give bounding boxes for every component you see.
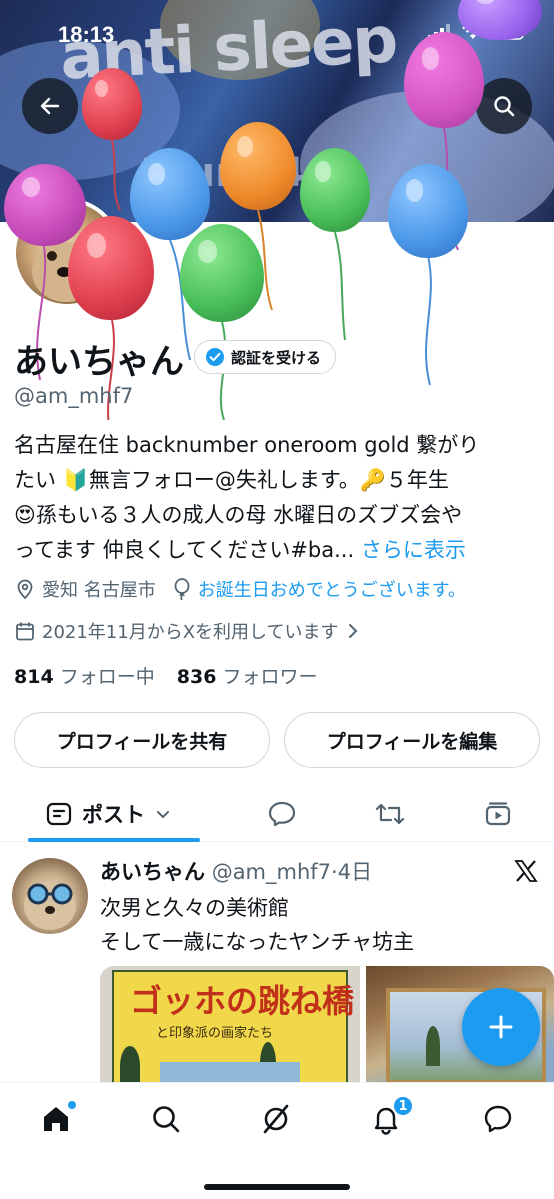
balloon-pink: [4, 164, 86, 246]
following-label: フォロー中: [59, 666, 155, 688]
bio-line-last: ってます 仲良くしてください#ba... さらに表示: [14, 533, 544, 568]
balloon-orange: [220, 122, 296, 210]
post-avatar[interactable]: [12, 858, 88, 934]
show-more-link[interactable]: さらに表示: [361, 538, 466, 562]
birthday-link[interactable]: お誕生日おめでとうございます。: [198, 576, 466, 602]
home-dot: [68, 1101, 76, 1109]
followers-label: フォロワー: [222, 666, 318, 688]
bio-line: 名古屋在住 backnumber oneroom gold 繋がり: [14, 433, 480, 457]
nav-messages[interactable]: [478, 1099, 518, 1139]
balloon-blue: [130, 148, 210, 240]
tab-replies[interactable]: [264, 796, 300, 832]
compose-button[interactable]: [462, 988, 540, 1066]
chevron-right-icon: [348, 624, 357, 638]
post-text-line: 次男と久々の美術館: [100, 896, 289, 920]
post-image-poster[interactable]: ゴッホの跳ね橋 と印象派の画家たち: [100, 966, 360, 1084]
get-verified-button[interactable]: 認証を受ける: [194, 340, 337, 374]
calendar-icon: [16, 622, 34, 641]
media-icon: [485, 802, 511, 826]
bio-text: ってます 仲良くしてください#ba...: [14, 538, 355, 562]
plus-icon: [489, 1015, 513, 1039]
bio-line: たい 🔰無言フォロー@失礼します。🔑５年生: [14, 468, 449, 492]
profile-meta-row: 愛知 名古屋市 お誕生日おめでとうございます。: [14, 576, 466, 602]
notification-badge: 1: [392, 1095, 414, 1117]
reply-icon: [268, 801, 296, 827]
nav-explore[interactable]: [146, 1099, 186, 1139]
posts-tab-icon: [46, 802, 72, 826]
nav-notifications[interactable]: 1: [366, 1095, 414, 1139]
balloon-green-2: [300, 148, 370, 232]
home-icon: [44, 1107, 68, 1131]
profile-bio: 名古屋在住 backnumber oneroom gold 繋がり たい 🔰無言…: [14, 428, 544, 568]
share-profile-button[interactable]: プロフィールを共有: [14, 712, 270, 768]
post-meta: @am_mhf7·4日: [211, 860, 373, 884]
followers-count: 836: [176, 666, 217, 688]
post-header: あいちゃん @am_mhf7·4日: [100, 856, 372, 886]
tab-media[interactable]: [480, 796, 516, 832]
bottom-navigation: 1: [0, 1082, 554, 1199]
post-text-line: そして一歳になったヤンチャ坊主: [100, 930, 415, 954]
x-logo-icon: [514, 860, 538, 882]
bio-line: 😍孫もいる３人の成人の母 水曜日のズブズ会や: [14, 503, 463, 527]
nav-home[interactable]: [36, 1099, 76, 1139]
location-pin-icon: [17, 579, 33, 600]
tab-reposts[interactable]: [372, 796, 408, 832]
profile-screen: { "status_bar": {"time": "18:13"}, "bann…: [0, 0, 554, 1199]
post-author-name[interactable]: あいちゃん: [100, 860, 205, 884]
follow-counts: 814 フォロー中 836 フォロワー: [14, 662, 318, 689]
location-text: 愛知 名古屋市: [42, 580, 156, 601]
active-tab-indicator: [28, 838, 200, 842]
joined-row[interactable]: 2021年11月からXを利用しています: [14, 618, 359, 644]
balloon-icon: [174, 578, 190, 600]
profile-tabs: ポスト: [0, 786, 554, 842]
chevron-down-icon: [157, 811, 169, 819]
dog-sunglasses-photo: [24, 882, 76, 930]
following-count: 814: [14, 666, 54, 688]
followers-link[interactable]: 836 フォロワー: [177, 666, 318, 688]
tab-posts[interactable]: ポスト: [46, 796, 171, 832]
balloon-green: [180, 224, 264, 322]
following-link[interactable]: 814 フォロー中: [14, 666, 155, 688]
repost-icon: [375, 803, 405, 825]
get-verified-label: 認証を受ける: [231, 348, 322, 367]
joined-text: 2021年11月からXを利用しています: [42, 622, 339, 643]
balloon-red: [68, 216, 154, 320]
explore-search-icon: [153, 1106, 180, 1133]
verified-badge-icon: [206, 348, 224, 366]
poster-subtitle: と印象派の画家たち: [156, 1026, 274, 1041]
messages-icon: [484, 1105, 512, 1133]
poster-title: ゴッホの跳ね橋: [130, 982, 355, 1020]
balloon-blue-2: [388, 164, 468, 258]
home-indicator: [204, 1184, 350, 1190]
nav-grok[interactable]: [256, 1099, 296, 1139]
balloon-pink-2: [404, 32, 484, 128]
profile-handle: @am_mhf7: [14, 384, 134, 408]
balloon-red-small: [82, 68, 142, 140]
edit-profile-button[interactable]: プロフィールを編集: [284, 712, 540, 768]
grok-icon: [263, 1104, 289, 1134]
tab-posts-label: ポスト: [82, 803, 145, 827]
profile-name: あいちゃん: [14, 342, 184, 382]
